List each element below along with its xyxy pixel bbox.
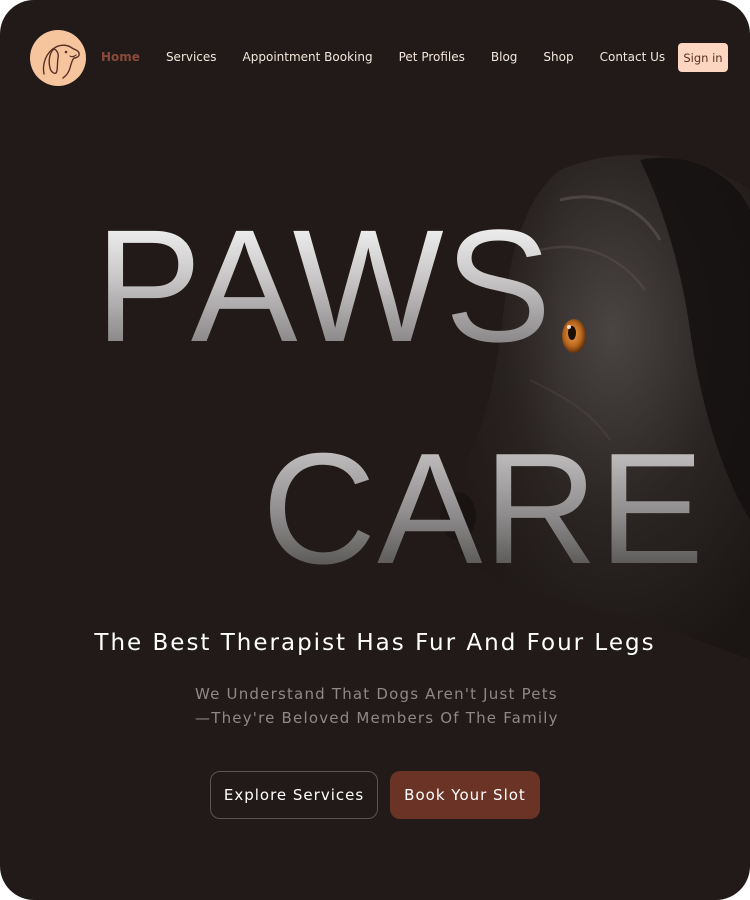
hero-title-care: CARE — [262, 421, 705, 597]
hero-subtext: We Understand That Dogs Aren't Just Pets… — [195, 685, 559, 727]
nav-blog[interactable]: Blog — [491, 50, 518, 64]
nav-services[interactable]: Services — [166, 50, 217, 64]
nav-contact-us[interactable]: Contact Us — [600, 50, 666, 64]
hero-title-paws: PAWS — [95, 196, 553, 375]
sign-in-button[interactable]: Sign in — [678, 43, 728, 72]
app-frame: Home Services Appointment Booking Pet Pr… — [0, 0, 750, 900]
nav-home[interactable]: Home — [101, 50, 140, 64]
main-nav: Home Services Appointment Booking Pet Pr… — [101, 47, 691, 67]
book-your-slot-button[interactable]: Book Your Slot — [390, 771, 540, 819]
nav-shop[interactable]: Shop — [543, 50, 573, 64]
nav-appointment-booking[interactable]: Appointment Booking — [243, 50, 373, 64]
explore-services-button[interactable]: Explore Services — [210, 771, 378, 819]
nav-pet-profiles[interactable]: Pet Profiles — [399, 50, 465, 64]
hero-tagline: The Best Therapist Has Fur And Four Legs — [94, 630, 656, 656]
dog-head-logo-icon[interactable] — [30, 30, 86, 86]
